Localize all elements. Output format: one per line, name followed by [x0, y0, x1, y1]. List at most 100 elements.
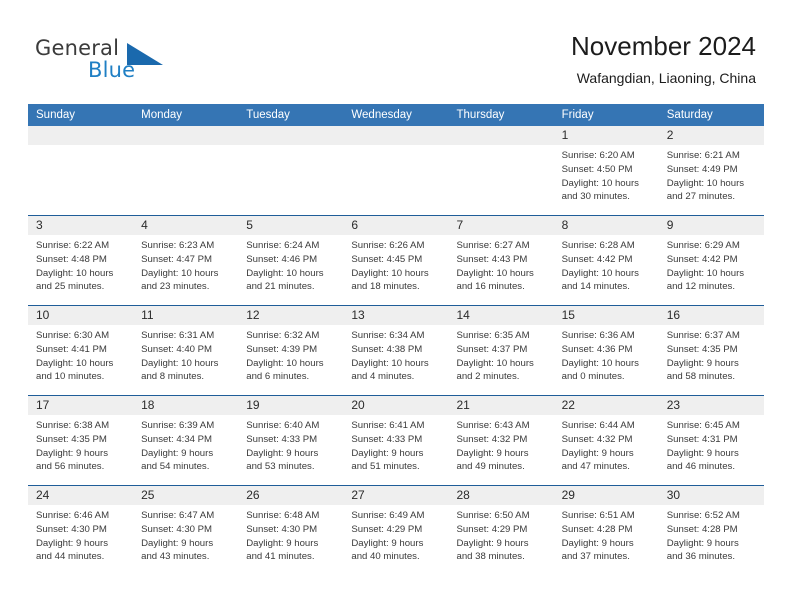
day-details: Sunrise: 6:51 AM Sunset: 4:28 PM Dayligh…	[554, 505, 659, 564]
daylight-text-line1: Daylight: 9 hours	[666, 357, 739, 369]
day-cell[interactable]: 22 Sunrise: 6:44 AM Sunset: 4:32 PM Dayl…	[553, 396, 659, 485]
day-cell[interactable]: 15 Sunrise: 6:36 AM Sunset: 4:36 PM Dayl…	[553, 306, 659, 395]
sunset-text: Sunset: 4:37 PM	[456, 343, 528, 355]
sunset-text: Sunset: 4:40 PM	[141, 343, 213, 355]
daylight-text-line1: Daylight: 10 hours	[561, 177, 639, 189]
day-cell[interactable]: 21 Sunrise: 6:43 AM Sunset: 4:32 PM Dayl…	[448, 396, 554, 485]
sunset-text: Sunset: 4:39 PM	[246, 343, 318, 355]
day-details	[133, 145, 238, 149]
daylight-text-line1: Daylight: 10 hours	[36, 357, 114, 369]
day-cell[interactable]: 7 Sunrise: 6:27 AM Sunset: 4:43 PM Dayli…	[448, 216, 554, 305]
day-cell[interactable]: 2 Sunrise: 6:21 AM Sunset: 4:49 PM Dayli…	[658, 126, 764, 215]
day-cell[interactable]: 5 Sunrise: 6:24 AM Sunset: 4:46 PM Dayli…	[238, 216, 344, 305]
sunrise-text: Sunrise: 6:46 AM	[36, 510, 110, 521]
sunrise-text: Sunrise: 6:32 AM	[246, 330, 320, 341]
sunrise-text: Sunrise: 6:43 AM	[456, 420, 530, 431]
day-cell[interactable]	[448, 126, 554, 215]
day-number-strip: 17	[28, 396, 134, 415]
day-number-strip	[133, 126, 239, 145]
sunrise-text: Sunrise: 6:49 AM	[351, 510, 425, 521]
daylight-text-line2: and 23 minutes.	[141, 281, 210, 293]
day-cell[interactable]: 28 Sunrise: 6:50 AM Sunset: 4:29 PM Dayl…	[448, 486, 554, 575]
daylight-text-line1: Daylight: 10 hours	[246, 267, 324, 279]
day-cell[interactable]: 1 Sunrise: 6:20 AM Sunset: 4:50 PM Dayli…	[553, 126, 659, 215]
day-number: 29	[561, 488, 575, 502]
day-cell[interactable]: 11 Sunrise: 6:31 AM Sunset: 4:40 PM Dayl…	[133, 306, 239, 395]
daylight-text-line1: Daylight: 10 hours	[351, 357, 429, 369]
weekday-header-saturday: Saturday	[666, 109, 713, 121]
day-details: Sunrise: 6:35 AM Sunset: 4:37 PM Dayligh…	[449, 325, 554, 384]
sunrise-text: Sunrise: 6:48 AM	[246, 510, 320, 521]
day-cell[interactable]: 17 Sunrise: 6:38 AM Sunset: 4:35 PM Dayl…	[28, 396, 134, 485]
daylight-text-line2: and 43 minutes.	[141, 551, 210, 563]
day-number: 2	[666, 128, 674, 142]
daylight-text-line1: Daylight: 10 hours	[561, 357, 639, 369]
weekday-header-sunday: Sunday	[36, 109, 76, 121]
day-cell[interactable]: 27 Sunrise: 6:49 AM Sunset: 4:29 PM Dayl…	[343, 486, 449, 575]
sunrise-text: Sunrise: 6:29 AM	[666, 240, 740, 251]
day-cell[interactable]: 13 Sunrise: 6:34 AM Sunset: 4:38 PM Dayl…	[343, 306, 449, 395]
day-details: Sunrise: 6:49 AM Sunset: 4:29 PM Dayligh…	[343, 505, 448, 564]
week-row: 3 Sunrise: 6:22 AM Sunset: 4:48 PM Dayli…	[28, 215, 764, 305]
day-cell[interactable]	[28, 126, 134, 215]
day-cell[interactable]: 12 Sunrise: 6:32 AM Sunset: 4:39 PM Dayl…	[238, 306, 344, 395]
day-number: 11	[141, 308, 154, 322]
day-cell[interactable]: 19 Sunrise: 6:40 AM Sunset: 4:33 PM Dayl…	[238, 396, 344, 485]
day-details: Sunrise: 6:20 AM Sunset: 4:50 PM Dayligh…	[554, 145, 659, 204]
day-details: Sunrise: 6:27 AM Sunset: 4:43 PM Dayligh…	[449, 235, 554, 294]
day-cell[interactable]: 8 Sunrise: 6:28 AM Sunset: 4:42 PM Dayli…	[553, 216, 659, 305]
day-cell[interactable]	[133, 126, 239, 215]
day-number-strip: 5	[238, 216, 344, 235]
day-cell[interactable]: 9 Sunrise: 6:29 AM Sunset: 4:42 PM Dayli…	[658, 216, 764, 305]
sunrise-text: Sunrise: 6:22 AM	[36, 240, 110, 251]
day-cell[interactable]: 26 Sunrise: 6:48 AM Sunset: 4:30 PM Dayl…	[238, 486, 344, 575]
generalblue-logo[interactable]: General Blue	[35, 36, 255, 90]
day-cell[interactable]: 20 Sunrise: 6:41 AM Sunset: 4:33 PM Dayl…	[343, 396, 449, 485]
day-details: Sunrise: 6:36 AM Sunset: 4:36 PM Dayligh…	[554, 325, 659, 384]
day-details: Sunrise: 6:47 AM Sunset: 4:30 PM Dayligh…	[133, 505, 238, 564]
sunset-text: Sunset: 4:47 PM	[141, 253, 213, 265]
logo-text-blue: Blue	[88, 58, 136, 82]
day-cell[interactable]: 3 Sunrise: 6:22 AM Sunset: 4:48 PM Dayli…	[28, 216, 134, 305]
day-cell[interactable]: 16 Sunrise: 6:37 AM Sunset: 4:35 PM Dayl…	[658, 306, 764, 395]
day-number-strip: 4	[133, 216, 239, 235]
calendar-page: General Blue November 2024 Wafangdian, L…	[0, 0, 792, 612]
day-number-strip: 6	[343, 216, 449, 235]
sunrise-text: Sunrise: 6:39 AM	[141, 420, 215, 431]
day-number: 4	[141, 218, 148, 232]
day-number: 1	[561, 128, 569, 142]
sunrise-text: Sunrise: 6:50 AM	[456, 510, 530, 521]
day-cell[interactable]: 24 Sunrise: 6:46 AM Sunset: 4:30 PM Dayl…	[28, 486, 134, 575]
day-cell[interactable]: 14 Sunrise: 6:35 AM Sunset: 4:37 PM Dayl…	[448, 306, 554, 395]
day-number: 22	[561, 398, 575, 412]
day-cell[interactable]: 6 Sunrise: 6:26 AM Sunset: 4:45 PM Dayli…	[343, 216, 449, 305]
day-details: Sunrise: 6:52 AM Sunset: 4:28 PM Dayligh…	[659, 505, 764, 564]
daylight-text-line2: and 54 minutes.	[141, 461, 210, 473]
day-cell[interactable]	[343, 126, 449, 215]
sunset-text: Sunset: 4:33 PM	[246, 433, 318, 445]
day-details: Sunrise: 6:24 AM Sunset: 4:46 PM Dayligh…	[238, 235, 343, 294]
day-cell[interactable]: 30 Sunrise: 6:52 AM Sunset: 4:28 PM Dayl…	[658, 486, 764, 575]
day-details: Sunrise: 6:29 AM Sunset: 4:42 PM Dayligh…	[659, 235, 764, 294]
day-cell[interactable]: 10 Sunrise: 6:30 AM Sunset: 4:41 PM Dayl…	[28, 306, 134, 395]
day-number: 30	[666, 488, 681, 502]
page-title: November 2024	[571, 31, 756, 61]
sunrise-text: Sunrise: 6:45 AM	[666, 420, 740, 431]
day-cell[interactable]: 23 Sunrise: 6:45 AM Sunset: 4:31 PM Dayl…	[658, 396, 764, 485]
day-cell[interactable]: 29 Sunrise: 6:51 AM Sunset: 4:28 PM Dayl…	[553, 486, 659, 575]
sunrise-text: Sunrise: 6:44 AM	[561, 420, 635, 431]
daylight-text-line1: Daylight: 9 hours	[561, 537, 634, 549]
day-number: 20	[351, 398, 365, 412]
day-cell[interactable]: 18 Sunrise: 6:39 AM Sunset: 4:34 PM Dayl…	[133, 396, 239, 485]
day-number-strip: 9	[658, 216, 764, 235]
calendar-grid: Sunday Monday Tuesday Wednesday Thursday…	[28, 104, 764, 575]
daylight-text-line1: Daylight: 9 hours	[351, 447, 424, 459]
day-cell[interactable]: 25 Sunrise: 6:47 AM Sunset: 4:30 PM Dayl…	[133, 486, 239, 575]
day-cell[interactable]: 4 Sunrise: 6:23 AM Sunset: 4:47 PM Dayli…	[133, 216, 239, 305]
weekday-header-thursday: Thursday	[456, 109, 505, 121]
weekday-header-friday: Friday	[561, 109, 594, 121]
daylight-text-line2: and 41 minutes.	[246, 551, 315, 563]
daylight-text-line2: and 46 minutes.	[666, 461, 736, 473]
day-cell[interactable]	[238, 126, 344, 215]
day-number-strip: 26	[238, 486, 344, 505]
